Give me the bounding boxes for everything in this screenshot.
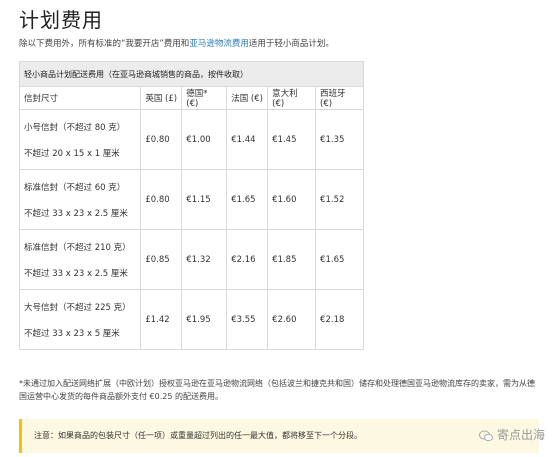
fee-de: €1.15: [181, 169, 228, 230]
size-label: 小号信封（不超过 80 克）: [24, 122, 126, 133]
fee-it: €2.60: [267, 289, 317, 350]
col-header-fr: 法国 (€): [226, 86, 269, 110]
intro-after: 适用于轻小商品计划。: [248, 39, 334, 49]
size-dims: 不超过 33 x 23 x 2.5 厘米: [24, 208, 128, 219]
size-label: 标准信封（不超过 210 克）: [24, 242, 131, 253]
table-caption: 轻小商品计划配送费用（在亚马逊商城销售的商品，按件收取）: [19, 61, 364, 87]
fee-it: €1.45: [267, 109, 317, 170]
intro-text: 除以下费用外，所有标准的“我要开店”费用和亚马逊物流费用适用于轻小商品计划。: [19, 37, 334, 49]
fee-de: €1.32: [181, 229, 228, 290]
size-cell: 小号信封（不超过 80 克） 不超过 20 x 15 x 1 厘米: [18, 109, 142, 170]
watermark-text: 寄点出海: [496, 428, 545, 442]
col-header-uk: 英国 (£): [140, 86, 183, 110]
fee-es: €1.65: [315, 229, 364, 290]
table-caption-row: 轻小商品计划配送费用（在亚马逊商城销售的商品，按件收取）: [19, 61, 364, 87]
table-row: 标准信封（不超过 60 克） 不超过 33 x 23 x 2.5 厘米 £0.8…: [18, 169, 364, 230]
table-row: 大号信封（不超过 225 克） 不超过 33 x 23 x 5 厘米 £1.42…: [18, 289, 364, 350]
col-header-size: 信封尺寸: [18, 86, 142, 110]
col-header-de: 德国* (€): [181, 86, 228, 110]
size-dims: 不超过 33 x 23 x 5 厘米: [24, 328, 120, 339]
note-callout: 注意：如果商品的包装尺寸（任一项）或重量超过列出的任一最大值，都将移至下一个分段…: [19, 419, 539, 453]
fees-table: 轻小商品计划配送费用（在亚马逊商城销售的商品，按件收取） 信封尺寸 英国 (£)…: [18, 61, 364, 350]
fee-uk: £0.80: [140, 169, 183, 230]
fee-de: €1.95: [181, 289, 228, 350]
size-cell: 标准信封（不超过 60 克） 不超过 33 x 23 x 2.5 厘米: [18, 169, 142, 230]
intro-before: 除以下费用外，所有标准的“我要开店”费用和: [19, 39, 190, 49]
table-row: 标准信封（不超过 210 克） 不超过 33 x 23 x 2.5 厘米 £0.…: [18, 229, 364, 290]
size-label: 大号信封（不超过 225 克）: [24, 302, 131, 313]
footnote: *未通过加入配送网络扩展（中欧计划）授权亚马逊在亚马逊物流网络（包括波兰和捷克共…: [19, 379, 535, 401]
fee-it: €1.60: [267, 169, 317, 230]
fee-uk: £0.85: [140, 229, 183, 290]
watermark: 寄点出海: [479, 426, 545, 443]
fee-es: €1.52: [315, 169, 364, 230]
fee-uk: £0.80: [140, 109, 183, 170]
note-text: 注意：如果商品的包装尺寸（任一项）或重量超过列出的任一最大值，都将移至下一个分段…: [34, 431, 362, 440]
size-dims: 不超过 20 x 15 x 1 厘米: [24, 148, 120, 159]
col-header-es: 西班牙 (€): [315, 86, 364, 110]
fee-fr: €3.55: [226, 289, 269, 350]
fee-de: €1.00: [181, 109, 228, 170]
table-header-row: 信封尺寸 英国 (£) 德国* (€) 法国 (€) 意大利 (€) 西班牙 (…: [18, 86, 364, 110]
table-row: 小号信封（不超过 80 克） 不超过 20 x 15 x 1 厘米 £0.80 …: [18, 109, 364, 170]
size-label: 标准信封（不超过 60 克）: [24, 182, 126, 193]
fee-fr: €2.16: [226, 229, 269, 290]
fee-it: €1.85: [267, 229, 317, 290]
col-header-it: 意大利 (€): [267, 86, 317, 110]
fee-uk: £1.42: [140, 289, 183, 350]
fee-fr: €1.44: [226, 109, 269, 170]
wechat-icon: [479, 430, 494, 441]
fee-es: €1.35: [315, 109, 364, 170]
size-dims: 不超过 33 x 23 x 2.5 厘米: [24, 268, 128, 279]
size-cell: 标准信封（不超过 210 克） 不超过 33 x 23 x 2.5 厘米: [18, 229, 142, 290]
page-title: 计划费用: [19, 8, 103, 32]
fba-fees-link[interactable]: 亚马逊物流费用: [189, 39, 249, 49]
fee-fr: €1.65: [226, 169, 269, 230]
fee-es: €2.18: [315, 289, 364, 350]
size-cell: 大号信封（不超过 225 克） 不超过 33 x 23 x 5 厘米: [18, 289, 142, 350]
